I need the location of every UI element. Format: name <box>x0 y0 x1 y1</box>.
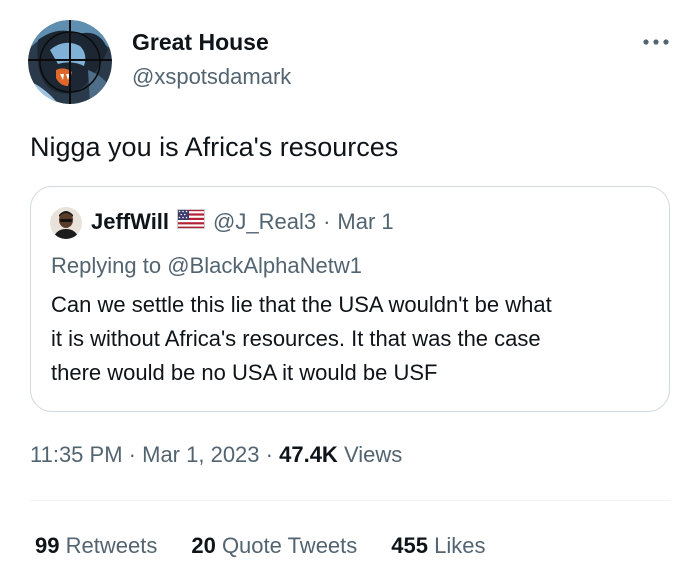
tweet-date[interactable]: Mar 1, 2023 <box>142 442 259 467</box>
gorilla-avatar-icon <box>28 20 112 104</box>
divider <box>30 500 670 501</box>
more-options-button[interactable] <box>638 30 674 54</box>
meta-separator: · <box>323 209 331 234</box>
quoted-body-line: it is without Africa's resources. It tha… <box>51 326 541 351</box>
replying-to-handle[interactable]: @BlackAlphaNetw1 <box>167 253 362 278</box>
likes-count: 455 <box>391 533 428 558</box>
person-avatar-icon <box>50 207 82 239</box>
us-flag-icon <box>177 209 206 235</box>
quoted-tweet-card[interactable]: JeffWill @J_Real3 · Mar 1 Replying to @B… <box>30 186 670 412</box>
likes-stat[interactable]: 455 Likes <box>391 533 485 559</box>
author-handle[interactable]: @xspotsdamark <box>132 64 291 90</box>
quoted-tweet-body: Can we settle this lie that the USA woul… <box>51 288 661 390</box>
retweets-label: Retweets <box>65 533 158 558</box>
quote-tweets-count: 20 <box>191 533 216 558</box>
likes-label: Likes <box>434 533 486 558</box>
engagement-stats: 99 Retweets 20 Quote Tweets 455 Likes <box>35 533 485 559</box>
quoted-body-line: Can we settle this lie that the USA woul… <box>51 292 552 317</box>
quoted-tweet-date[interactable]: Mar 1 <box>337 209 393 235</box>
tweet-time[interactable]: 11:35 PM <box>30 442 123 467</box>
more-dots-icon <box>643 39 669 45</box>
retweets-stat[interactable]: 99 Retweets <box>35 533 157 559</box>
quote-tweets-stat[interactable]: 20 Quote Tweets <box>191 533 357 559</box>
tweet-meta: 11:35 PM · Mar 1, 2023 · 47.4K Views <box>30 442 402 468</box>
author-display-name[interactable]: Great House <box>132 29 269 56</box>
views-label: Views <box>343 442 403 467</box>
quoted-tweet-header: JeffWill @J_Real3 · Mar 1 <box>91 209 394 235</box>
quoted-author-handle[interactable]: @J_Real3 <box>213 209 316 235</box>
replying-to-prefix: Replying to <box>51 253 162 278</box>
quoted-author-name[interactable]: JeffWill <box>91 209 169 235</box>
replying-to-line: Replying to @BlackAlphaNetw1 <box>51 253 362 279</box>
meta-separator: · <box>128 442 136 467</box>
views-count: 47.4K <box>279 442 338 467</box>
retweets-count: 99 <box>35 533 60 558</box>
meta-separator: · <box>265 442 273 467</box>
author-avatar[interactable] <box>28 20 112 104</box>
tweet-text: Nigga you is Africa's resources <box>30 132 399 162</box>
quoted-body-line: there would be no USA it would be USF <box>51 360 438 385</box>
quote-tweets-label: Quote Tweets <box>221 533 358 558</box>
quoted-author-avatar[interactable] <box>50 207 82 239</box>
